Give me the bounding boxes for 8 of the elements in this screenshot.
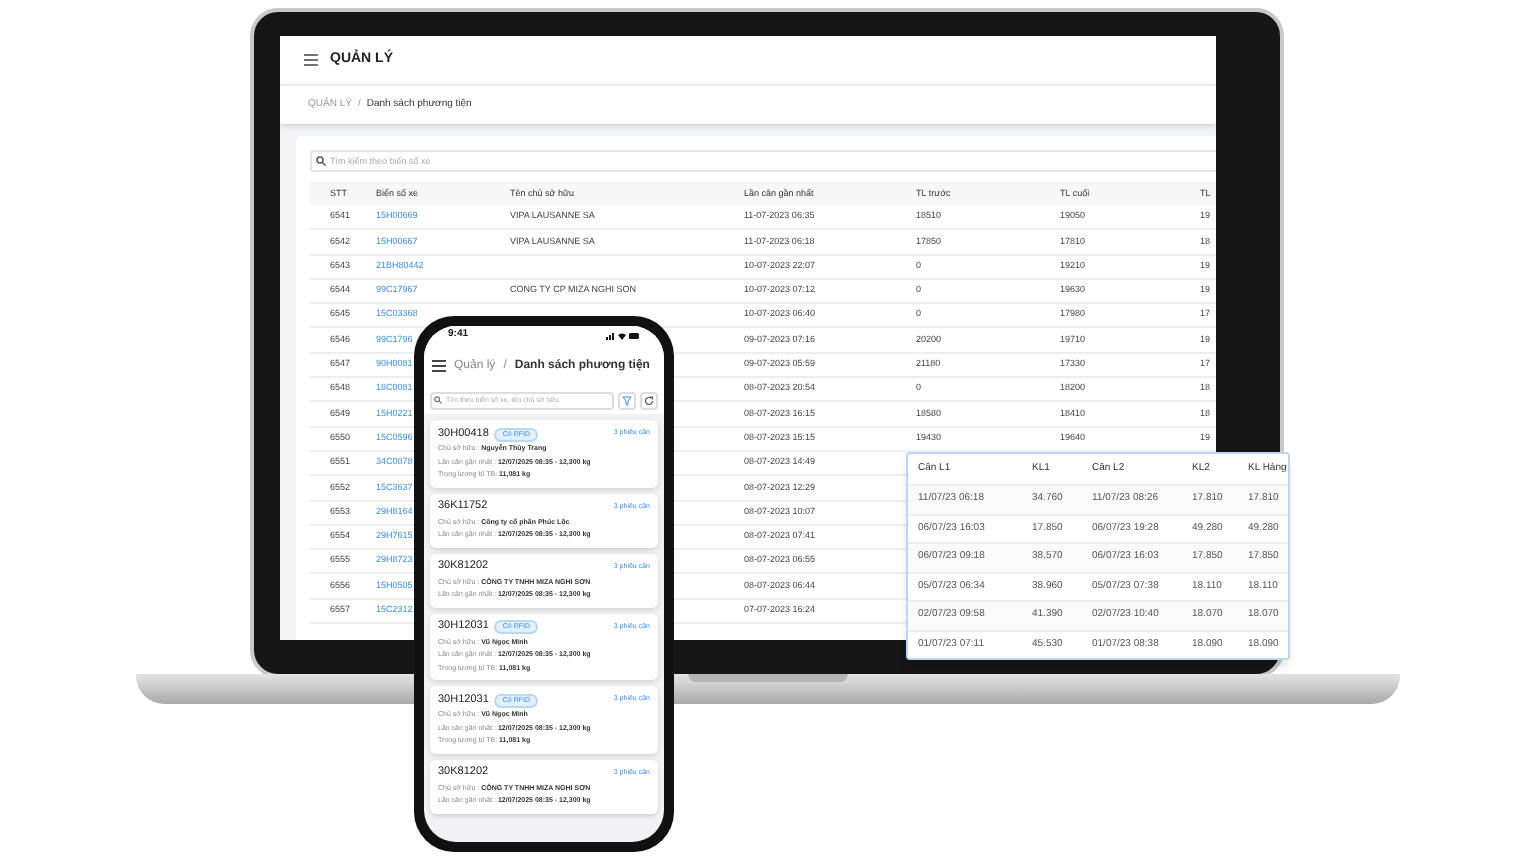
menu-icon[interactable]: [304, 54, 318, 66]
refresh-button[interactable]: [640, 391, 658, 409]
search-icon: [316, 156, 326, 166]
search-icon: [434, 396, 442, 404]
refresh-icon: [644, 395, 654, 405]
menu-icon[interactable]: [432, 360, 446, 372]
status-icons: [606, 332, 640, 340]
filter-icon: [622, 395, 632, 405]
